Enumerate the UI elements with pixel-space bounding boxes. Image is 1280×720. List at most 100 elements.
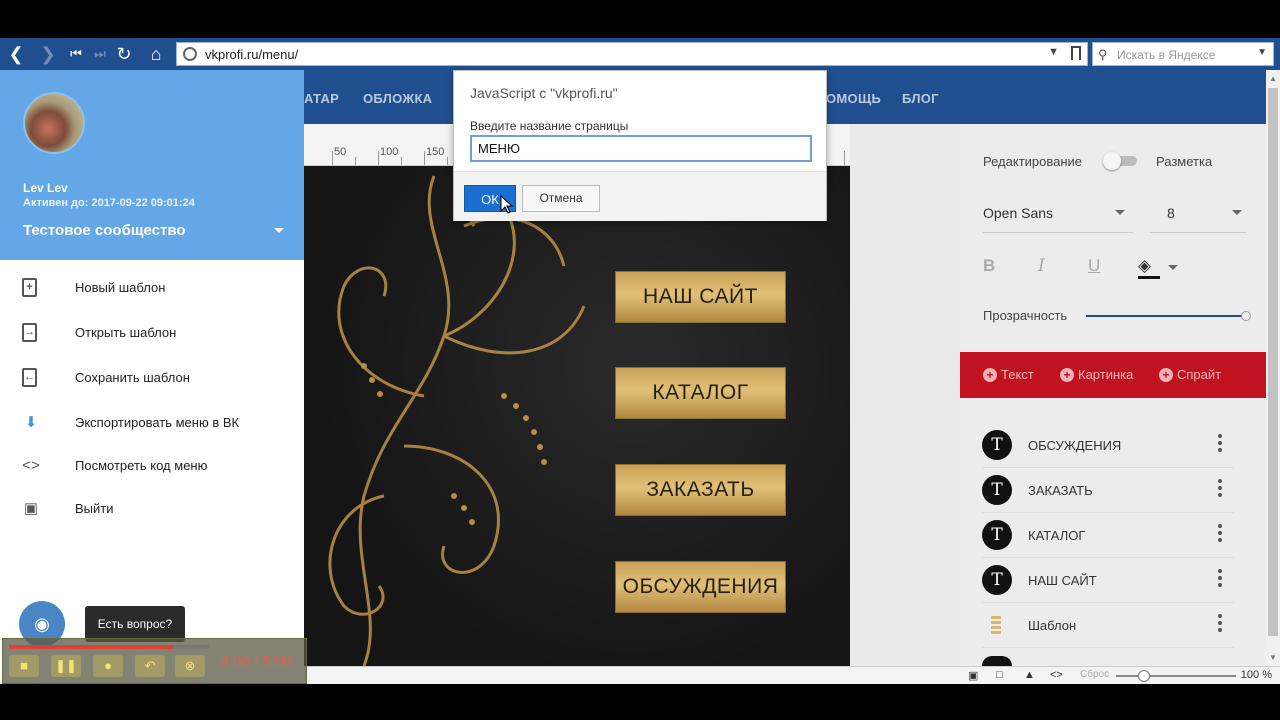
menu-button-site[interactable]: НАШ САЙТ [615, 271, 786, 323]
chevron-down-icon[interactable] [1232, 210, 1242, 215]
more-vert-icon[interactable] [1218, 479, 1222, 500]
first-page-icon[interactable]: ⏮ [64, 42, 88, 66]
ruler-label: 100 [380, 146, 399, 158]
layer-item[interactable]: T ОБСУЖДЕНИЯ [982, 424, 1234, 468]
search-box[interactable]: ⚲ Искать в Яндексе ▼ [1092, 42, 1274, 66]
more-vert-icon[interactable] [1218, 524, 1222, 545]
file-plus-icon: + [22, 278, 37, 297]
url-text: vkprofi.ru/menu/ [205, 47, 299, 62]
chevron-down-icon[interactable] [1115, 210, 1125, 215]
drawer-item-save-template[interactable]: ← Сохранить шаблон [0, 358, 304, 398]
address-bar[interactable]: vkprofi.ru/menu/ ▼ [176, 42, 1088, 66]
italic-icon[interactable]: I [1038, 256, 1045, 276]
zoom-handle[interactable] [1138, 670, 1150, 682]
recording-progress [9, 645, 209, 649]
add-text-label: Текст [1001, 367, 1034, 382]
scroll-up-icon[interactable]: ▲ [1269, 74, 1277, 83]
reload-icon[interactable]: ↻ [112, 42, 136, 66]
recording-time: 4:06 / 5:00 [221, 653, 292, 670]
edit-mode-label: Редактирование [983, 154, 1083, 169]
pause-icon[interactable]: ❚❚ [51, 655, 81, 677]
text-layer-icon: T [982, 430, 1012, 460]
menu-button-catalog[interactable]: КАТАЛОГ [615, 367, 786, 419]
dialog-prompt: Введите название страницы [470, 119, 629, 133]
image-icon[interactable]: ▲ [1024, 669, 1035, 681]
scroll-down-icon[interactable]: ▼ [1269, 653, 1277, 662]
drawer-item-label: Открыть шаблон [75, 325, 177, 340]
add-image-button[interactable]: + Картинка [1060, 367, 1133, 382]
chevron-down-icon[interactable] [1168, 265, 1178, 270]
layer-item[interactable]: T КАТАЛОГ [982, 514, 1234, 558]
layer-item[interactable]: Шаблон [982, 604, 1234, 648]
ruler-label: 50 [334, 146, 347, 158]
drawer-item-logout[interactable]: ▣ Выйти [0, 489, 304, 529]
back-icon[interactable]: ❮ [4, 42, 28, 66]
cancel-button[interactable]: Отмена [522, 185, 600, 212]
undo-icon[interactable]: ↶ [135, 655, 165, 677]
recording-progress-fill [9, 645, 173, 649]
dialog-title: JavaScript с "vkprofi.ru" [470, 85, 618, 101]
page-name-input[interactable] [470, 135, 812, 162]
microphone-icon[interactable]: ● [93, 655, 123, 677]
cancel-recording-icon[interactable]: ⊗ [175, 655, 205, 677]
menu-canvas[interactable]: НАШ САЙТ КАТАЛОГ ЗАКАЗАТЬ ОБСУЖДЕНИЯ [304, 166, 850, 666]
markup-mode-label: Разметка [1156, 154, 1213, 169]
zoom-slider[interactable] [1116, 670, 1236, 682]
search-icon: ⚲ [1098, 47, 1108, 62]
browser-toolbar: ❮ ❯ ⏮ ⏭ ↻ ⌂ vkprofi.ru/menu/ ▼ ⚲ Искать … [0, 38, 1280, 70]
menu-button-discussions[interactable]: ОБСУЖДЕНИЯ [615, 561, 786, 613]
bold-icon[interactable]: B [983, 256, 995, 276]
chevron-down-icon[interactable] [274, 228, 284, 233]
more-vert-icon[interactable] [1218, 614, 1222, 635]
layer-item[interactable]: T ЗАКАЗАТЬ [982, 469, 1234, 513]
font-size-select[interactable]: 8 [1167, 205, 1175, 221]
page-scrollbar[interactable]: ▲ ▼ [1266, 70, 1280, 666]
plus-icon: + [983, 368, 997, 382]
drawer-item-open-template[interactable]: → Открыть шаблон [0, 313, 304, 353]
add-sprite-button[interactable]: + Спрайт [1159, 367, 1221, 382]
mode-toggle[interactable] [1103, 152, 1137, 170]
stop-icon[interactable]: ■ [9, 655, 39, 677]
add-text-button[interactable]: + Текст [983, 367, 1034, 382]
bookmark-icon[interactable] [1071, 46, 1081, 60]
avatar[interactable] [23, 92, 85, 154]
user-name: Lev Lev [23, 181, 68, 195]
divider [983, 232, 1133, 233]
text-layer-icon: T [982, 565, 1012, 595]
scrollbar-thumb[interactable] [1268, 88, 1278, 636]
community-select[interactable]: Тестовое сообщество [23, 222, 186, 239]
history-dropdown-icon[interactable]: ▼ [1048, 46, 1059, 58]
camera-icon[interactable]: ▣ [968, 669, 978, 682]
nav-help[interactable]: ОМОЩЬ [826, 91, 881, 106]
mouse-cursor-icon [500, 195, 514, 214]
fill-color-icon[interactable]: ◈ [1138, 256, 1151, 276]
search-engine-dropdown-icon[interactable]: ▼ [1257, 47, 1267, 58]
zoom-reset[interactable]: Сброс [1080, 669, 1109, 680]
font-family-select[interactable]: Open Sans [983, 205, 1053, 221]
more-vert-icon[interactable] [1218, 569, 1222, 590]
properties-panel: Редактирование Разметка Open Sans 8 B I … [960, 124, 1266, 666]
ruler-tick [844, 151, 845, 165]
home-icon[interactable]: ⌂ [144, 42, 168, 66]
drawer-item-label: Сохранить шаблон [75, 370, 190, 385]
drawer-item-view-code[interactable]: <> Посмотреть код меню [0, 446, 304, 486]
window-icon[interactable]: □ [996, 669, 1003, 681]
ruler-tick [424, 151, 425, 165]
opacity-slider[interactable] [1086, 311, 1251, 321]
underline-icon[interactable]: U [1088, 256, 1100, 276]
last-page-icon[interactable]: ⏭ [88, 42, 112, 66]
slider-handle[interactable] [1241, 311, 1251, 321]
menu-button-order[interactable]: ЗАКАЗАТЬ [615, 464, 786, 516]
drawer-item-label: Новый шаблон [75, 280, 166, 295]
globe-icon [183, 47, 197, 61]
drawer-item-export-vk[interactable]: ⬇ Экспортировать меню в ВК [0, 403, 304, 443]
forward-icon[interactable]: ❯ [36, 42, 60, 66]
nav-cover[interactable]: ОБЛОЖКА [363, 91, 432, 106]
file-open-icon: → [22, 323, 37, 342]
drawer-item-new-template[interactable]: + Новый шаблон [0, 268, 304, 308]
layer-item[interactable]: T НАШ САЙТ [982, 559, 1234, 603]
nav-blog[interactable]: БЛОГ [902, 91, 939, 106]
code-icon[interactable]: <> [1050, 669, 1063, 681]
more-vert-icon[interactable] [1218, 434, 1222, 455]
nav-avatar[interactable]: АТАР [304, 91, 339, 106]
